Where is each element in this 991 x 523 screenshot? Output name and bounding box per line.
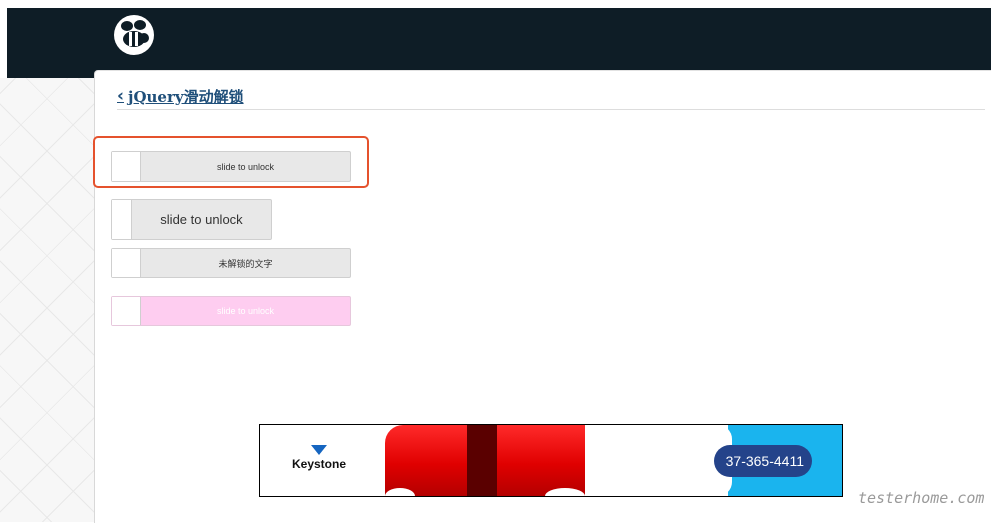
chevron-left-icon[interactable]: ‹ <box>117 86 124 106</box>
ad-phone[interactable]: 37-365-4411 <box>714 445 812 477</box>
slider-handle[interactable] <box>112 200 132 239</box>
title-divider <box>117 109 985 110</box>
slide-unlock-4[interactable]: slide to unlock <box>111 296 351 326</box>
slider-label: slide to unlock <box>216 161 275 172</box>
slide-unlock-3[interactable]: 未解锁的文字 <box>111 248 351 278</box>
keystone-mark-icon <box>311 445 327 455</box>
slider-label: slide to unlock <box>216 306 275 316</box>
bee-logo-icon[interactable] <box>113 14 155 56</box>
slider-handle[interactable] <box>112 297 141 325</box>
slide-unlock-1[interactable]: slide to unlock <box>111 151 351 182</box>
background-pattern <box>0 78 94 522</box>
ad-product-image <box>385 425 585 496</box>
slider-label: slide to unlock <box>160 212 243 227</box>
ad-banner[interactable]: Keystone 37-365-4411 <box>259 424 843 497</box>
ad-brand: Keystone <box>291 457 347 471</box>
slider-label: 未解锁的文字 <box>218 258 273 269</box>
watermark: testerhome.com <box>858 489 985 507</box>
slider-handle[interactable] <box>112 152 141 181</box>
page-title[interactable]: jQuery滑动解锁 <box>128 86 244 107</box>
slider-handle[interactable] <box>112 249 141 277</box>
slide-unlock-2[interactable]: slide to unlock <box>111 199 272 240</box>
page-title-link[interactable]: ‹ jQuery滑动解锁 <box>117 84 244 108</box>
keystone-logo: Keystone <box>284 445 354 479</box>
